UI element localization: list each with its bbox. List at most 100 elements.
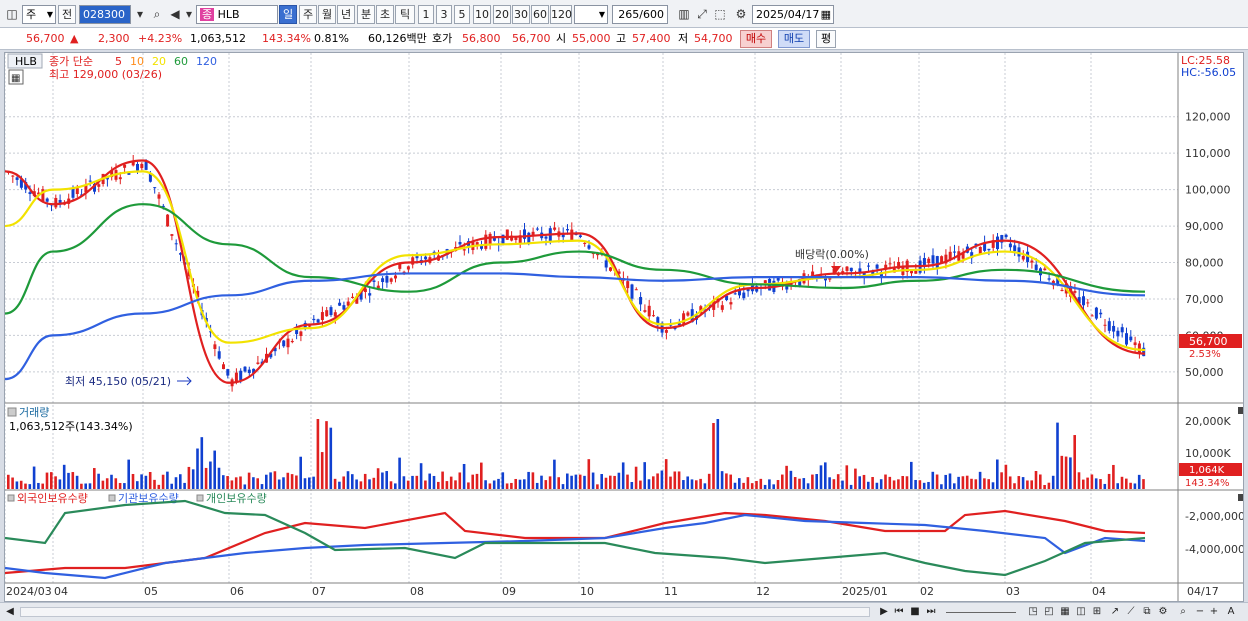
prev-button[interactable]: 전 xyxy=(58,5,76,24)
volume-bar xyxy=(518,479,522,489)
volume-bar xyxy=(471,474,474,489)
period-day-button[interactable]: 일 xyxy=(279,5,297,24)
window-icon[interactable]: ◫ xyxy=(3,5,21,24)
volume: 1,063,512 xyxy=(190,32,246,45)
volume-bar xyxy=(1129,482,1132,489)
volume-bar xyxy=(858,476,861,489)
candle-body xyxy=(686,312,690,316)
sell-button[interactable]: 매도 xyxy=(778,30,810,48)
volume-bar xyxy=(363,473,367,489)
candle-body xyxy=(634,289,638,291)
panel-close-icon[interactable] xyxy=(1238,494,1245,501)
volume-bar xyxy=(179,474,182,489)
period-year-button[interactable]: 년 xyxy=(337,5,355,24)
buy-button[interactable]: 매수 xyxy=(740,30,772,48)
scroll-bar[interactable]: ◀ ▶ ⏮ ■ ⏭ ◳ ◰ ▦ ◫ ⊞ ↗ ⟋ ⧉ ⚙ ⌕ − + A xyxy=(0,602,1248,621)
chart-area[interactable]: HLB 종가 단순 5 10 20 60 120 ▦ 최고 129,000 (03/26… xyxy=(4,52,1245,602)
interval-1-button[interactable]: 1 xyxy=(418,5,434,24)
period-week-button[interactable]: 주 xyxy=(299,5,317,24)
candle-body xyxy=(978,246,982,254)
last-page-icon[interactable]: ⏭ xyxy=(924,605,938,619)
volume-bar xyxy=(445,481,449,489)
market-type-select[interactable]: 주 ▼ xyxy=(22,5,56,24)
interval-5-button[interactable]: 5 xyxy=(454,5,470,24)
candle-body xyxy=(424,256,428,260)
volume-bar xyxy=(922,482,926,489)
candle-body xyxy=(1107,321,1111,331)
volume-bar xyxy=(11,477,14,489)
candle-body xyxy=(566,229,569,231)
indicator-icon[interactable]: ⊞ xyxy=(1090,605,1104,619)
chevron-down-icon[interactable]: ▾ xyxy=(131,5,149,24)
candle-body xyxy=(88,180,92,182)
link-icon[interactable]: ⧉ xyxy=(1140,605,1154,619)
candle-body xyxy=(351,296,354,298)
candle-body xyxy=(1094,307,1098,319)
stock-name-field[interactable]: 종 HLB xyxy=(196,5,278,24)
gear-icon[interactable]: ⚙ xyxy=(732,5,750,24)
scroll-track[interactable] xyxy=(20,607,870,617)
interval-10-button[interactable]: 10 xyxy=(473,5,491,24)
volume-bar xyxy=(191,469,195,489)
scroll-left-icon[interactable]: ◀ xyxy=(4,605,16,619)
search-icon[interactable]: ⌕ xyxy=(148,5,166,24)
window-icon[interactable]: ◰ xyxy=(1042,605,1056,619)
zoom-slider[interactable] xyxy=(946,612,1016,613)
zoom-out-icon[interactable]: − xyxy=(1194,605,1206,619)
data-count-field[interactable]: 265/600 xyxy=(612,5,668,24)
interval-120-button[interactable]: 120 xyxy=(550,5,572,24)
zoom-icon[interactable]: ⌕ xyxy=(1176,605,1190,619)
volume-bar xyxy=(626,474,629,489)
stop-icon[interactable]: ■ xyxy=(908,605,922,619)
volume-panel-icon[interactable] xyxy=(7,407,17,417)
grid-icon[interactable]: ▦ xyxy=(1058,605,1072,619)
volume-bar xyxy=(187,466,191,489)
stock-name: HLB xyxy=(217,8,240,21)
chart-type-icon[interactable]: ⤢ xyxy=(693,5,711,24)
interval-30-button[interactable]: 30 xyxy=(512,5,530,24)
volume-bar xyxy=(368,479,371,489)
candle-body xyxy=(664,330,668,333)
candle-body xyxy=(1008,243,1012,248)
trend-icon[interactable]: ↗ xyxy=(1108,605,1122,619)
period-month-button[interactable]: 월 xyxy=(318,5,336,24)
interval-60-button[interactable]: 60 xyxy=(531,5,549,24)
volume-bar xyxy=(320,452,324,489)
period-tick-button[interactable]: 틱 xyxy=(395,5,415,24)
candle-body xyxy=(742,292,746,299)
interval-3-button[interactable]: 3 xyxy=(436,5,452,24)
volume-bar xyxy=(1026,480,1029,489)
date-field[interactable]: 2025/04/17 ▦ xyxy=(752,5,834,24)
chart-svg[interactable]: HLB 종가 단순 5 10 20 60 120 ▦ 최고 129,000 (03/26… xyxy=(4,53,1245,601)
first-page-icon[interactable]: ⏮ xyxy=(892,605,906,619)
line-icon[interactable]: ⟋ xyxy=(1124,605,1138,619)
candle-body xyxy=(1073,291,1077,293)
auto-scale-icon[interactable]: A xyxy=(1224,605,1238,619)
scroll-right-icon[interactable]: ▶ xyxy=(878,605,890,619)
layout-icon[interactable]: ◫ xyxy=(1074,605,1088,619)
interval-20-button[interactable]: 20 xyxy=(493,5,511,24)
zoom-in-icon[interactable]: + xyxy=(1208,605,1220,619)
volume-bar xyxy=(609,475,612,489)
eval-button[interactable]: 평 xyxy=(816,30,836,48)
price-y-tick: 80,000 xyxy=(1185,257,1224,270)
gear-icon[interactable]: ⚙ xyxy=(1156,605,1170,619)
volume-bar xyxy=(41,483,44,489)
panel-close-icon[interactable] xyxy=(1238,407,1245,414)
volume-bar xyxy=(742,482,745,489)
candle-body xyxy=(71,188,75,198)
period-minute-button[interactable]: 분 xyxy=(357,5,375,24)
volume-bar xyxy=(1137,474,1141,489)
x-axis-label: 2024/03 xyxy=(6,585,52,598)
candle-icon[interactable]: ▥ xyxy=(675,5,693,24)
volume-bar xyxy=(523,479,526,489)
volume-bar xyxy=(1120,476,1124,489)
compare-icon[interactable]: ◳ xyxy=(1026,605,1040,619)
price-y-tick: 50,000 xyxy=(1185,366,1224,379)
period-second-button[interactable]: 초 xyxy=(376,5,394,24)
candle-body xyxy=(927,258,931,264)
draw-icon[interactable]: ⬚ xyxy=(711,5,729,24)
volume-bar xyxy=(286,472,290,489)
stock-code-input[interactable]: 028300 xyxy=(79,5,131,24)
interval-custom-select[interactable]: ▼ xyxy=(574,5,608,24)
